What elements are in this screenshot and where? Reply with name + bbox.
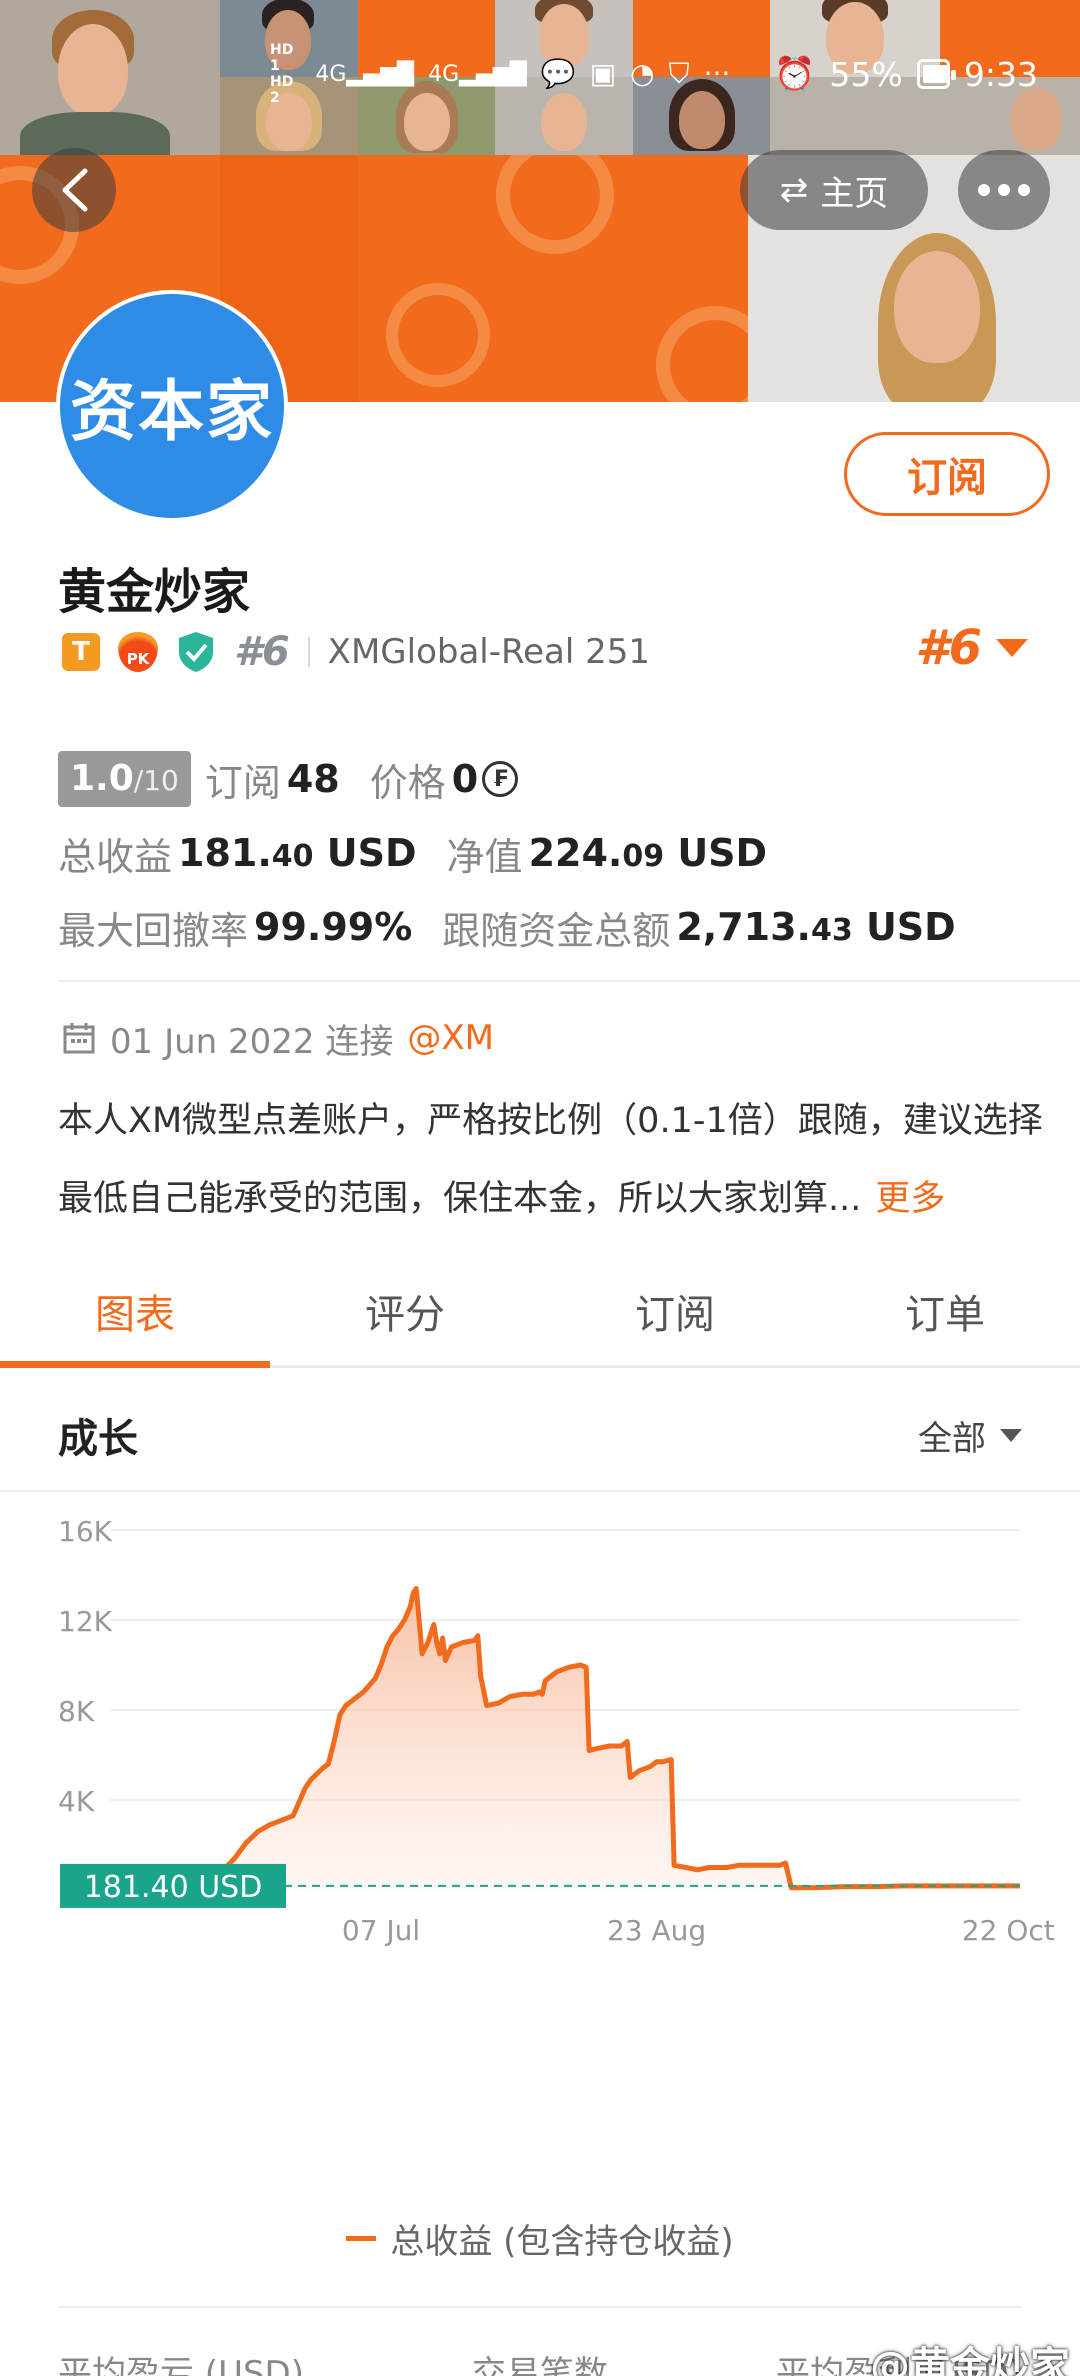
home-button[interactable]: ⇄ 主页	[740, 150, 928, 230]
y-tick-label: 4K	[58, 1785, 95, 1818]
chart-legend[interactable]: 总收益 (包含持仓收益)	[0, 2214, 1080, 2263]
coin-icon: ₣	[482, 761, 519, 797]
tier-badge-icon[interactable]: T	[62, 633, 100, 671]
connection-date: 01 Jun 2022 连接	[110, 1021, 394, 1062]
growth-section-header: 成长 全部	[0, 1380, 1080, 1492]
drawdown-value: 99.99%	[254, 905, 413, 949]
price-value: 0	[451, 757, 479, 801]
hd-indicator: HD 1 HD 2	[270, 42, 294, 106]
battery-icon	[916, 59, 957, 89]
y-tick-label: 12K	[58, 1605, 113, 1638]
trader-name: 黄金炒家	[58, 564, 251, 620]
header-photo	[0, 0, 220, 155]
browser-icon: ◔	[630, 57, 655, 90]
watermark: @黄金炒家	[870, 2344, 1070, 2376]
dot-icon	[978, 184, 990, 196]
divider	[58, 2306, 1022, 2308]
chevron-left-icon	[62, 168, 88, 212]
more-notifications-icon: ···	[703, 57, 731, 90]
drawdown-label: 最大回撤率	[58, 908, 249, 953]
rank-dropdown[interactable]: #6	[915, 620, 1028, 676]
caret-down-icon	[1000, 1428, 1022, 1442]
shop-icon: ▣	[589, 57, 617, 90]
badge-row: T PK #6 XMGlobal-Real 251	[62, 628, 650, 676]
stats-block: 1.0/10 订阅 48 价格 0 ₣ 总收益 181.40 USD 净值 22…	[58, 742, 1038, 964]
price-label: 价格	[369, 760, 446, 805]
growth-chart[interactable]: 16K 12K 8K 4K 07 Jul 23 Aug 22 Oct 181.40 USD	[0, 1500, 1080, 2260]
x-tick-label: 07 Jul	[342, 1914, 420, 1947]
equity-value: 224.09 USD	[528, 831, 768, 875]
tab-rating[interactable]: 评分	[270, 1256, 540, 1365]
series-area-fill	[170, 1588, 1020, 1890]
follow-funds-value: 2,713.43 USD	[676, 905, 956, 949]
connection-info: 01 Jun 2022 连接 @XM	[62, 1014, 494, 1062]
tab-bar: 图表 评分 订阅 订单	[0, 1256, 1080, 1368]
section-title: 成长	[58, 1416, 138, 1462]
rank-dropdown-label: #6	[915, 620, 982, 676]
subscriptions-value: 48	[286, 757, 340, 801]
system-status-bar: HD 1 HD 2 4G▂▄▆█ 4G▂▄▆█ 💬 ▣ ◔ ⛉ ··· ⏰ 55…	[270, 42, 1080, 106]
y-tick-label: 8K	[58, 1695, 95, 1728]
account-name: XMGlobal-Real 251	[327, 632, 651, 672]
divider	[307, 637, 310, 667]
back-button[interactable]	[32, 148, 116, 232]
caret-down-icon	[996, 639, 1028, 657]
x-tick-label: 22 Oct	[962, 1914, 1055, 1947]
header-pattern-tile	[495, 155, 748, 402]
alarm-icon: ⏰	[774, 54, 816, 93]
more-link[interactable]: 更多	[875, 1179, 945, 1219]
total-profit-value: 181.40 USD	[178, 831, 417, 875]
switch-icon: ⇄	[779, 170, 809, 210]
tab-chart[interactable]: 图表	[0, 1256, 270, 1368]
avatar[interactable]: 资本家	[56, 290, 288, 522]
calendar-icon	[63, 1023, 95, 1054]
signal-icon: 4G▂▄▆█	[315, 61, 415, 87]
tab-orders[interactable]: 订单	[810, 1256, 1080, 1365]
strategy-description: 本人XM微型点差账户，严格按比例（0.1-1倍）跟随，建议选择最低自己能承受的范…	[58, 1101, 1043, 1219]
signal-icon: 4G▂▄▆█	[428, 61, 527, 87]
avg-pnl-label: 平均盈亏 (USD)	[58, 2354, 304, 2376]
clock: 9:33	[963, 54, 1038, 94]
follow-funds-label: 跟随资金总额	[442, 908, 671, 953]
trade-count-label: 交易笔数	[472, 2354, 608, 2376]
dot-icon	[1018, 184, 1030, 196]
tab-subscriptions[interactable]: 订阅	[540, 1256, 810, 1365]
verified-shield-icon[interactable]	[176, 630, 216, 674]
y-tick-label: 16K	[58, 1515, 113, 1548]
divider	[58, 980, 1080, 982]
subscriptions-label: 订阅	[204, 760, 281, 805]
header-pattern-tile	[358, 155, 495, 402]
more-options-button[interactable]	[958, 150, 1050, 230]
shield-icon: ⛉	[668, 57, 690, 90]
chat-icon: 💬	[540, 57, 576, 90]
x-tick-label: 23 Aug	[607, 1914, 706, 1947]
home-button-label: 主页	[820, 173, 889, 214]
battery-percent: 55%	[829, 54, 903, 94]
equity-label: 净值	[446, 834, 523, 879]
total-profit-label: 总收益	[58, 834, 173, 879]
dot-icon	[998, 184, 1010, 196]
score-badge[interactable]: 1.0/10	[58, 751, 191, 807]
subscribe-button[interactable]: 订阅	[844, 432, 1050, 516]
broker-link[interactable]: @XM	[407, 1018, 494, 1058]
current-value-label: 181.40 USD	[84, 1870, 263, 1905]
legend-swatch	[346, 2236, 377, 2241]
period-filter-label: 全部	[918, 1418, 986, 1459]
pk-badge-icon[interactable]: PK	[118, 632, 158, 672]
legend-label: 总收益 (包含持仓收益)	[390, 2222, 734, 2262]
period-filter-dropdown[interactable]: 全部	[918, 1411, 1022, 1460]
rank-label: #6	[234, 629, 290, 675]
